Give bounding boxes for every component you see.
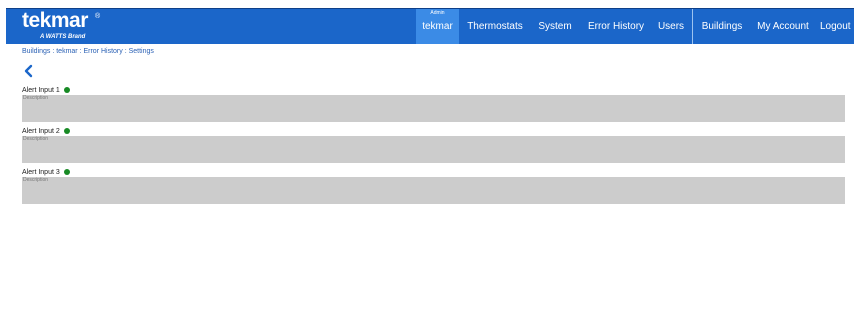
nav-users[interactable]: Users: [654, 9, 688, 44]
alert-input-1-label: Alert Input 1: [22, 87, 60, 94]
nav-buildings-label: Buildings: [701, 21, 743, 32]
nav-error-history[interactable]: Error History: [585, 9, 647, 44]
tekmar-logo[interactable]: tekmar ® A WATTS Brand: [22, 9, 112, 44]
alert-input-2-label: Alert Input 2: [22, 128, 60, 135]
nav-error-history-label: Error History: [587, 21, 645, 32]
nav-logout-label: Logout: [820, 21, 851, 32]
description-placeholder: Description: [23, 177, 49, 183]
alert-input-3: Alert Input 3 Description: [22, 168, 845, 204]
breadcrumb[interactable]: Buildings : tekmar : Error History : Set…: [22, 48, 154, 55]
description-placeholder: Description: [23, 136, 49, 142]
logo-subtitle: A WATTS Brand: [40, 34, 86, 40]
nav-tekmar-label: tekmar: [422, 21, 453, 32]
alert-input-3-title: Alert Input 3: [22, 168, 845, 177]
nav-thermostats[interactable]: Thermostats: [464, 9, 526, 44]
nav-separator: [692, 9, 693, 44]
nav-thermostats-label: Thermostats: [467, 21, 523, 32]
logo-text: tekmar: [22, 9, 88, 32]
alert-input-3-label: Alert Input 3: [22, 169, 60, 176]
chevron-left-icon: [24, 64, 33, 78]
alert-input-2-description-field[interactable]: Description: [22, 136, 845, 163]
nav-users-label: Users: [657, 21, 685, 32]
logo-registered-mark: ®: [95, 13, 101, 20]
top-navbar: tekmar ® A WATTS Brand Admin tekmar Ther…: [6, 8, 854, 44]
alert-input-3-description-field[interactable]: Description: [22, 177, 845, 204]
nav-tekmar[interactable]: Admin tekmar: [416, 9, 459, 44]
nav-my-account-label: My Account: [757, 21, 809, 32]
left-border: [0, 0, 6, 334]
alert-input-2-title: Alert Input 2: [22, 127, 845, 136]
nav-my-account[interactable]: My Account: [754, 9, 812, 44]
back-button[interactable]: [22, 64, 36, 78]
alert-input-1-title: Alert Input 1: [22, 86, 845, 95]
alert-input-1: Alert Input 1 Description: [22, 86, 845, 122]
alert-input-1-description-field[interactable]: Description: [22, 95, 845, 122]
nav-logout[interactable]: Logout: [820, 9, 854, 44]
alert-input-2: Alert Input 2 Description: [22, 127, 845, 163]
nav-system-label: System: [538, 21, 572, 32]
top-border: [0, 0, 854, 8]
status-dot-icon: [63, 169, 70, 175]
description-placeholder: Description: [23, 95, 49, 101]
nav-buildings[interactable]: Buildings: [699, 9, 745, 44]
status-dot-icon: [63, 128, 70, 134]
admin-tag: Admin: [430, 10, 445, 16]
nav-system[interactable]: System: [534, 9, 576, 44]
status-dot-icon: [63, 87, 70, 93]
